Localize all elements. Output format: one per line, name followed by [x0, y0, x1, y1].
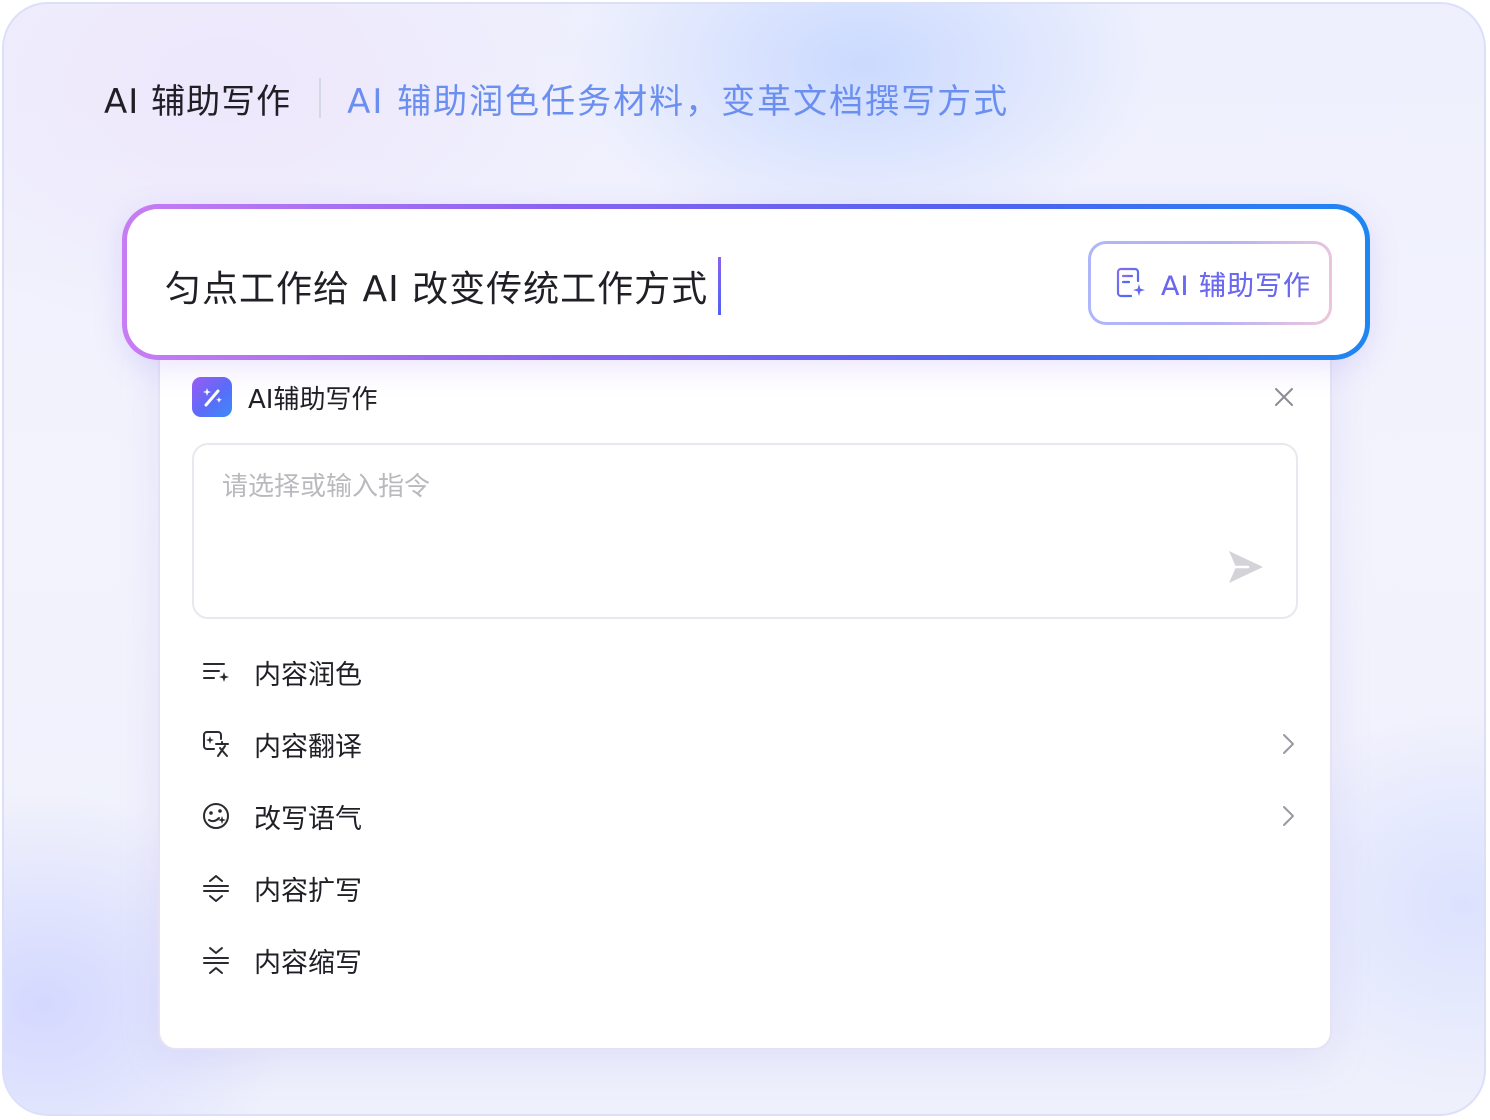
ai-writing-button-label: AI 辅助写作	[1161, 264, 1311, 303]
panel-header: AI辅助写作	[192, 377, 377, 417]
send-icon	[1229, 551, 1263, 583]
menu-item-expand[interactable]: 内容扩写	[192, 852, 1304, 924]
menu-item-label: 内容润色	[254, 659, 362, 691]
page-header: AI 辅助写作 AI 辅助润色任务材料，变革文档撰写方式	[104, 72, 1009, 124]
command-menu: 内容润色 内容翻译 改写语气 内容扩写 内容缩写	[192, 636, 1304, 996]
menu-item-tone[interactable]: 改写语气	[192, 780, 1304, 852]
magic-wand-icon	[192, 377, 232, 417]
tone-icon	[200, 800, 232, 832]
panel-title: AI辅助写作	[248, 384, 378, 415]
editor-input-inner: 匀点工作给 AI 改变传统工作方式 AI 辅助写作	[127, 209, 1365, 355]
menu-item-label: 内容翻译	[254, 731, 362, 763]
menu-item-label: 改写语气	[254, 803, 362, 835]
editor-text: 匀点工作给 AI 改变传统工作方式	[165, 269, 709, 310]
page-title: AI 辅助写作	[104, 81, 292, 122]
polish-icon	[200, 656, 232, 688]
close-icon	[1275, 388, 1293, 406]
header-divider	[319, 78, 322, 118]
close-button[interactable]	[1268, 381, 1300, 413]
menu-item-translate[interactable]: 内容翻译	[192, 708, 1304, 780]
editor-input-bar: 匀点工作给 AI 改变传统工作方式 AI 辅助写作	[122, 204, 1370, 360]
ai-writing-button[interactable]: AI 辅助写作	[1088, 241, 1332, 325]
page-subtitle: AI 辅助润色任务材料，变革文档撰写方式	[347, 81, 1010, 122]
expand-icon	[200, 872, 232, 904]
document-sparkle-icon	[1116, 267, 1145, 298]
menu-item-label: 内容扩写	[254, 875, 362, 907]
send-button[interactable]	[1224, 545, 1268, 589]
condense-icon	[200, 944, 232, 976]
command-input[interactable]	[220, 471, 1184, 503]
translate-icon	[200, 728, 232, 760]
text-caret	[718, 257, 722, 315]
chevron-right-icon	[1276, 732, 1300, 756]
menu-item-label: 内容缩写	[254, 947, 362, 979]
editor-text-field[interactable]: 匀点工作给 AI 改变传统工作方式	[165, 257, 722, 315]
menu-item-polish[interactable]: 内容润色	[192, 636, 1304, 708]
command-box	[192, 443, 1298, 619]
chevron-right-icon	[1276, 804, 1300, 828]
ai-writing-button-inner: AI 辅助写作	[1091, 244, 1329, 322]
menu-item-condense[interactable]: 内容缩写	[192, 924, 1304, 996]
